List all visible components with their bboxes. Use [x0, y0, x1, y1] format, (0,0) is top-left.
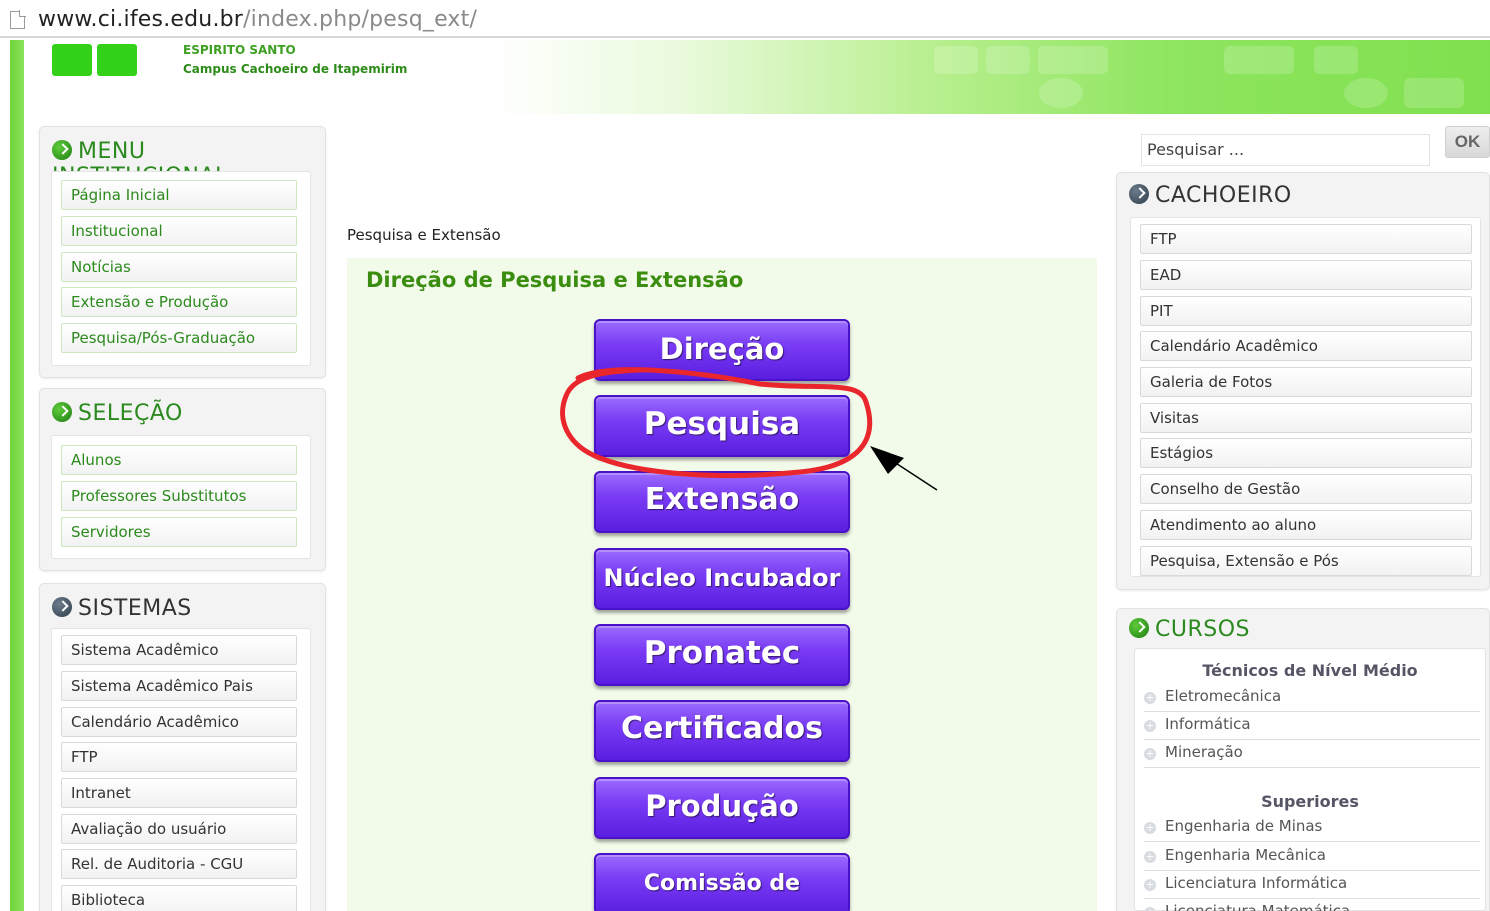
menu-list: Alunos Professores Substitutos Servidore… [51, 435, 311, 559]
plus-icon: + [1144, 747, 1156, 760]
institution-state: ESPIRITO SANTO [183, 43, 296, 57]
panel-title: CACHOEIRO [1129, 183, 1292, 208]
course-item[interactable]: +Licenciatura Matemática [1144, 899, 1480, 911]
site-banner: ESPIRITO SANTO Campus Cachoeiro de Itape… [24, 40, 1490, 114]
menu-item-visitas[interactable]: Visitas [1140, 403, 1472, 433]
banner-decoration [1224, 46, 1294, 74]
course-item[interactable]: + Mineração [1144, 740, 1480, 768]
menu-list: Sistema Acadêmico Sistema Acadêmico Pais… [51, 628, 311, 911]
plus-icon: + [1144, 821, 1156, 834]
arrow-bullet-icon [1129, 618, 1149, 638]
banner-decoration [1344, 78, 1388, 108]
menu-item-pit[interactable]: PIT [1140, 296, 1472, 326]
banner-decoration [1404, 78, 1464, 108]
sistemas-panel: SISTEMAS Sistema Acadêmico Sistema Acadê… [39, 583, 326, 911]
menu-item-servidores[interactable]: Servidores [61, 517, 297, 547]
plus-icon: + [1144, 719, 1156, 732]
banner-decoration [934, 46, 978, 74]
plus-icon: + [1144, 850, 1156, 863]
pronatec-button[interactable]: Pronatec [594, 624, 850, 686]
logo-square [52, 44, 92, 76]
menu-item-pesquisa-pos[interactable]: Pesquisa/Pós-Graduação [61, 323, 297, 353]
arrow-bullet-icon [52, 140, 72, 160]
course-item[interactable]: + Informática [1144, 712, 1480, 740]
tecnicos-heading: Técnicos de Nível Médio [1202, 661, 1418, 680]
menu-item-conselho-gestao[interactable]: Conselho de Gestão [1140, 474, 1472, 504]
page-title: Direção de Pesquisa e Extensão [366, 268, 744, 292]
course-item[interactable]: + Eletromecânica [1144, 684, 1480, 712]
superiores-heading: Superiores [1261, 792, 1359, 811]
arrow-bullet-icon [1129, 184, 1149, 204]
browser-address-bar[interactable]: www.ci.ifes.edu.br/index.php/pesq_ext/ [0, 0, 1490, 38]
menu-item-atendimento-aluno[interactable]: Atendimento ao aluno [1140, 510, 1472, 540]
banner-decoration [1038, 46, 1108, 74]
course-item[interactable]: + Licenciatura Informática [1144, 871, 1480, 899]
menu-item-avaliacao-usuario[interactable]: Avaliação do usuário [61, 814, 297, 844]
plus-icon: + [1144, 907, 1156, 911]
page-icon [10, 10, 26, 29]
menu-item-pesquisa-extensao-pos[interactable]: Pesquisa, Extensão e Pós [1140, 546, 1472, 576]
panel-title: SELEÇÃO [52, 401, 183, 426]
banner-decoration [1314, 46, 1358, 74]
menu-item-alunos[interactable]: Alunos [61, 445, 297, 475]
pesquisa-button[interactable]: Pesquisa [594, 395, 850, 457]
menu-item-calendario-academico[interactable]: Calendário Acadêmico [1140, 331, 1472, 361]
banner-decoration [1039, 78, 1083, 108]
url-text[interactable]: www.ci.ifes.edu.br/index.php/pesq_ext/ [38, 7, 477, 32]
arrow-bullet-icon [52, 597, 72, 617]
menu-item-noticias[interactable]: Notícias [61, 252, 297, 282]
menu-item-ftp[interactable]: FTP [61, 742, 297, 772]
institution-campus: Campus Cachoeiro de Itapemirim [183, 62, 408, 76]
menu-item-institucional[interactable]: Institucional [61, 216, 297, 246]
logo-square [97, 44, 137, 76]
menu-item-estagios[interactable]: Estágios [1140, 438, 1472, 468]
course-item[interactable]: + Engenharia de Minas [1144, 814, 1480, 842]
panel-title: SISTEMAS [52, 596, 192, 621]
course-item[interactable]: + Engenharia Mecânica [1144, 843, 1480, 871]
selecao-panel: SELEÇÃO Alunos Professores Substitutos S… [39, 388, 326, 571]
nucleo-incubador-button[interactable]: Núcleo Incubador [594, 548, 850, 610]
menu-list: FTP EAD PIT Calendário Acadêmico Galeria… [1130, 217, 1481, 577]
search-ok-button[interactable]: OK [1445, 126, 1490, 158]
menu-item-biblioteca[interactable]: Biblioteca [61, 885, 297, 911]
menu-item-rel-auditoria[interactable]: Rel. de Auditoria - CGU [61, 849, 297, 879]
cachoeiro-panel: CACHOEIRO FTP EAD PIT Calendário Acadêmi… [1116, 172, 1490, 590]
menu-item-professores-substitutos[interactable]: Professores Substitutos [61, 481, 297, 511]
comissao-projetos-button[interactable]: Comissão de Projetos [594, 853, 850, 911]
left-green-strip [10, 40, 24, 911]
menu-item-ftp[interactable]: FTP [1140, 224, 1472, 254]
menu-list: Página Inicial Institucional Notícias Ex… [51, 171, 311, 366]
menu-item-sistema-academico[interactable]: Sistema Acadêmico [61, 635, 297, 665]
arrow-bullet-icon [52, 402, 72, 422]
extensao-button[interactable]: Extensão [594, 471, 850, 533]
menu-item-galeria-fotos[interactable]: Galeria de Fotos [1140, 367, 1472, 397]
plus-icon: + [1144, 691, 1156, 704]
panel-title: CURSOS [1129, 617, 1250, 642]
producao-button[interactable]: Produção [594, 777, 850, 839]
menu-item-ead[interactable]: EAD [1140, 260, 1472, 290]
certificados-button[interactable]: Certificados [594, 700, 850, 762]
banner-decoration [986, 46, 1030, 74]
menu-item-extensao-producao[interactable]: Extensão e Produção [61, 287, 297, 317]
direcao-button[interactable]: Direção [594, 319, 850, 381]
menu-item-intranet[interactable]: Intranet [61, 778, 297, 808]
menu-institucional-panel: MENU INSTITUCIONAL Página Inicial Instit… [39, 126, 326, 378]
menu-item-sistema-academico-pais[interactable]: Sistema Acadêmico Pais [61, 671, 297, 701]
plus-icon: + [1144, 878, 1156, 891]
menu-item-calendario-academico[interactable]: Calendário Acadêmico [61, 707, 297, 737]
menu-item-pagina-inicial[interactable]: Página Inicial [61, 180, 297, 210]
breadcrumb[interactable]: Pesquisa e Extensão [347, 226, 501, 244]
search-input[interactable]: Pesquisar ... [1141, 134, 1430, 166]
